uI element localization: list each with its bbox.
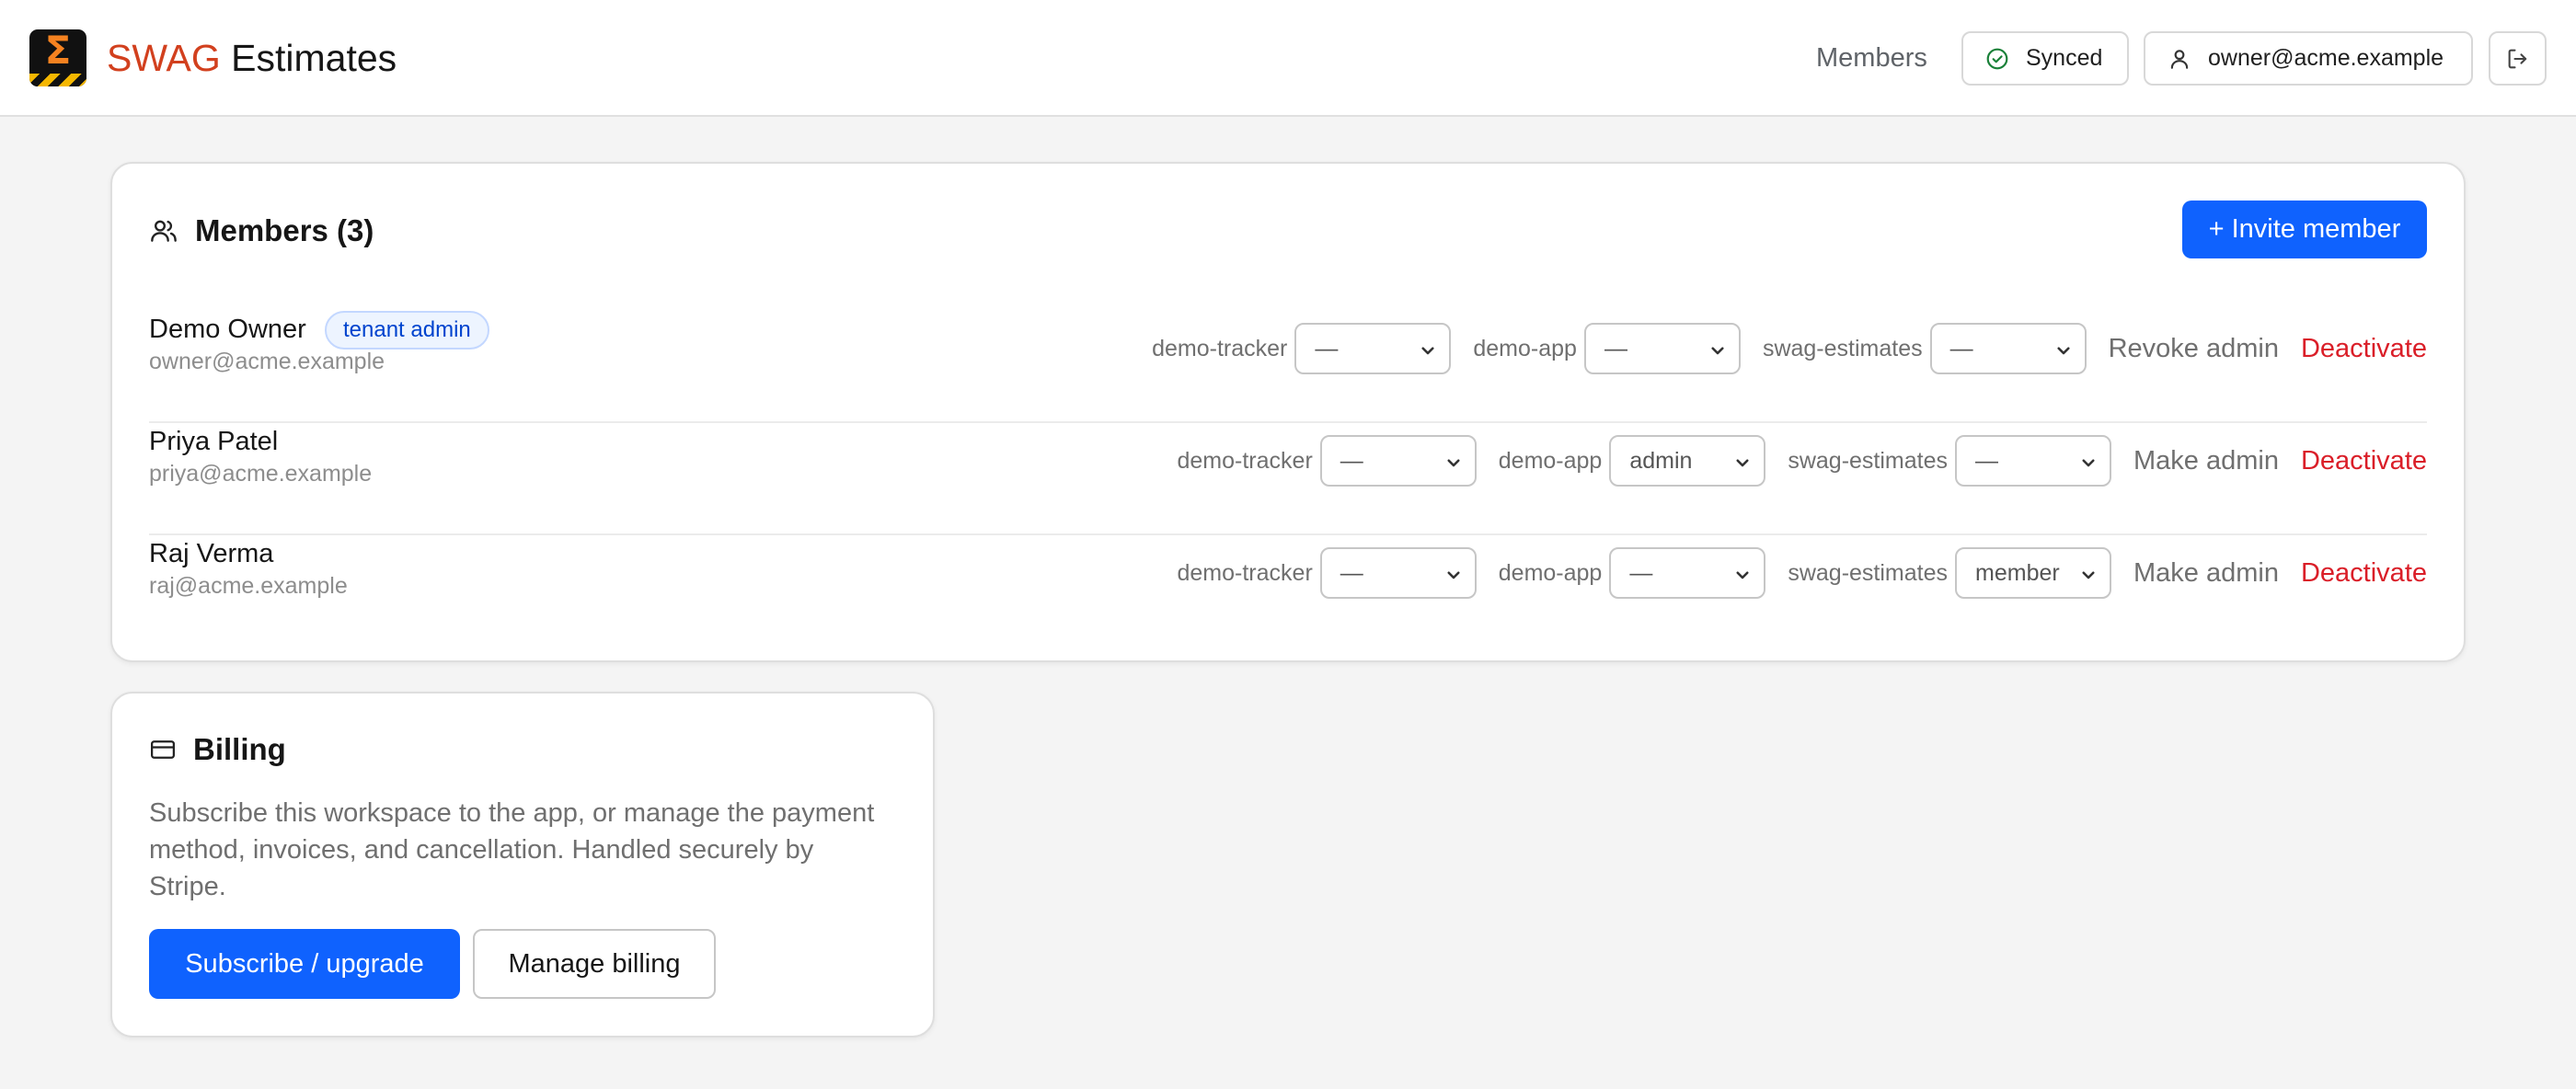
manage-billing-button[interactable]: Manage billing: [473, 929, 716, 999]
select-value: —: [1949, 335, 1973, 361]
billing-card: Billing Subscribe this workspace to the …: [110, 692, 935, 1037]
app-label-demo-tracker: demo-tracker: [1152, 335, 1288, 361]
app-label-swag-estimates: swag-estimates: [1762, 335, 1923, 361]
app-label-demo-app: demo-app: [1498, 447, 1603, 474]
chevron-down-icon: [1711, 347, 1724, 355]
select-value: admin: [1629, 447, 1693, 474]
billing-description: Subscribe this workspace to the app, or …: [149, 798, 875, 901]
chevron-down-icon: [2082, 459, 2095, 467]
app-label-swag-estimates: swag-estimates: [1788, 559, 1949, 586]
chevron-down-icon: [1736, 571, 1749, 579]
chevron-down-icon: [1736, 459, 1749, 467]
app-title: SWAG Estimates: [107, 35, 397, 81]
members-title: Members (3): [149, 213, 374, 248]
sync-status-label: Synced: [2026, 45, 2103, 71]
member-controls: demo-tracker — demo-app — swag-estimates…: [1177, 547, 2427, 599]
app-label-demo-tracker: demo-tracker: [1177, 559, 1313, 586]
deactivate-button[interactable]: Deactivate: [2301, 334, 2427, 364]
member-row: Demo Owner tenant admin owner@acme.examp…: [149, 311, 2427, 423]
role-select-demo-tracker[interactable]: —: [1319, 435, 1477, 487]
deactivate-button[interactable]: Deactivate: [2301, 446, 2427, 476]
select-value: —: [1629, 559, 1653, 586]
role-select-swag-estimates[interactable]: member: [1955, 547, 2112, 599]
deactivate-button[interactable]: Deactivate: [2301, 558, 2427, 589]
role-select-demo-tracker[interactable]: —: [1319, 547, 1477, 599]
app-label-demo-app: demo-app: [1498, 559, 1603, 586]
chevron-down-icon: [1447, 459, 1460, 467]
app-label-demo-tracker: demo-tracker: [1177, 447, 1313, 474]
select-value: —: [1604, 335, 1627, 361]
select-value: member: [1975, 559, 2060, 586]
members-card: Members (3) + Invite member Demo Owner t…: [110, 162, 2466, 662]
member-name: Priya Patel: [149, 427, 279, 456]
check-circle-icon: [1986, 48, 2008, 69]
role-select-demo-app[interactable]: admin: [1609, 435, 1766, 487]
role-select-demo-app[interactable]: —: [1609, 547, 1766, 599]
members-title-text: Members (3): [195, 213, 374, 247]
member-row: Priya Patel priya@acme.example demo-trac…: [149, 423, 2427, 535]
member-email: raj@acme.example: [149, 573, 348, 599]
select-value: —: [1340, 447, 1363, 474]
revoke-admin-button[interactable]: Revoke admin: [2109, 334, 2279, 364]
chevron-down-icon: [2057, 347, 2070, 355]
user-menu[interactable]: owner@acme.example: [2144, 31, 2473, 86]
app-label-demo-app: demo-app: [1473, 335, 1577, 361]
role-select-demo-app[interactable]: —: [1583, 323, 1741, 374]
sync-status[interactable]: Synced: [1961, 31, 2129, 86]
chevron-down-icon: [1421, 347, 1434, 355]
member-name: Demo Owner: [149, 315, 306, 344]
app-header: Σ SWAG Estimates Members Synced owner@ac…: [0, 0, 2576, 117]
tenant-admin-badge: tenant admin: [325, 311, 489, 350]
invite-member-button[interactable]: + Invite member: [2182, 201, 2427, 258]
role-select-demo-tracker[interactable]: —: [1294, 323, 1452, 374]
select-value: —: [1340, 559, 1363, 586]
users-icon: [151, 220, 177, 242]
credit-card-icon: [151, 740, 175, 759]
make-admin-button[interactable]: Make admin: [2133, 446, 2279, 476]
nav-members-link[interactable]: Members: [1816, 39, 1927, 77]
logout-button[interactable]: [2489, 31, 2547, 86]
billing-title: Billing: [149, 732, 286, 767]
member-name: Raj Verma: [149, 539, 274, 568]
app-label-swag-estimates: swag-estimates: [1788, 447, 1949, 474]
role-select-swag-estimates[interactable]: —: [1929, 323, 2087, 374]
billing-title-text: Billing: [193, 732, 286, 766]
subscribe-upgrade-button[interactable]: Subscribe / upgrade: [149, 929, 460, 999]
app-logo[interactable]: Σ: [29, 29, 86, 86]
chevron-down-icon: [2082, 571, 2095, 579]
user-email: owner@acme.example: [2208, 45, 2444, 71]
select-value: —: [1975, 447, 1999, 474]
member-email: owner@acme.example: [149, 349, 385, 374]
member-email: priya@acme.example: [149, 461, 373, 487]
chevron-down-icon: [1447, 571, 1460, 579]
make-admin-button[interactable]: Make admin: [2133, 558, 2279, 589]
role-select-swag-estimates[interactable]: —: [1955, 435, 2112, 487]
brand-rest: Estimates: [231, 37, 397, 79]
member-row: Raj Verma raj@acme.example demo-tracker …: [149, 535, 2427, 648]
member-controls: demo-tracker — demo-app admin swag-estim…: [1177, 435, 2427, 487]
member-controls: demo-tracker — demo-app — swag-estimates…: [1152, 323, 2427, 374]
logout-icon: [2508, 49, 2526, 68]
select-value: —: [1315, 335, 1339, 361]
user-icon: [2170, 49, 2189, 69]
brand-accent: SWAG: [107, 37, 221, 79]
